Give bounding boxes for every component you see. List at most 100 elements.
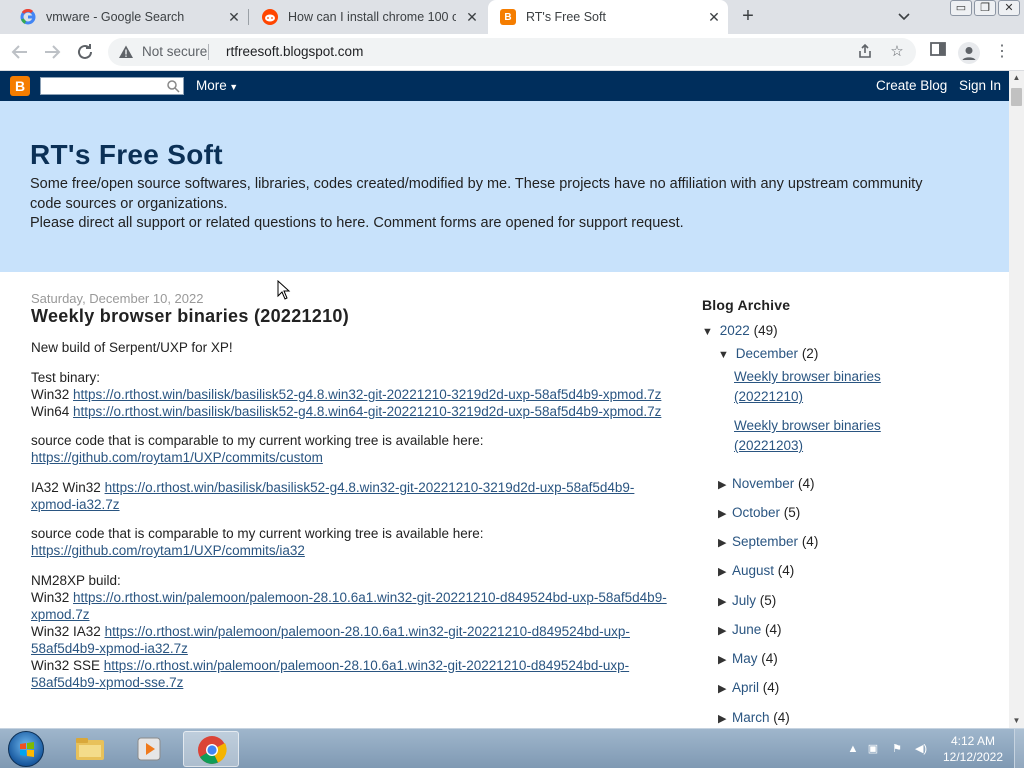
archive-year-2022[interactable]: ▼ 2022 (49) — [702, 323, 778, 338]
more-menu[interactable]: More ▼ — [196, 78, 238, 93]
taskbar-clock[interactable]: 4:12 AM 12/12/2022 — [940, 733, 1006, 765]
archive-month[interactable]: ▶ November (4) — [718, 476, 815, 491]
restore-button[interactable]: ❐ — [974, 0, 996, 16]
archive-month-label[interactable]: June — [732, 622, 761, 637]
archive-month-label[interactable]: September — [732, 534, 798, 549]
close-icon[interactable]: ✕ — [706, 9, 722, 25]
archive-month-label[interactable]: October — [732, 505, 780, 520]
taskbar-media-player[interactable] — [122, 731, 178, 767]
test-binary-label: Test binary: — [31, 369, 101, 385]
triangle-right-icon[interactable]: ▶ — [718, 565, 732, 578]
archive-count: (4) — [798, 476, 815, 491]
folder-icon — [76, 738, 104, 760]
scrollbar-thumb[interactable] — [1011, 88, 1022, 106]
tab-reddit[interactable]: How can I install chrome 100 on ✕ — [250, 0, 486, 34]
archive-post-title[interactable]: Weekly browser binaries (20221203) — [734, 418, 881, 453]
archive-month-label[interactable]: July — [732, 593, 756, 608]
create-blog-link[interactable]: Create Blog — [876, 78, 947, 93]
archive-month-december[interactable]: ▼ December (2) — [718, 346, 818, 361]
archive-month-label[interactable]: May — [732, 651, 758, 666]
triangle-down-icon[interactable]: ▼ — [718, 349, 732, 361]
post-title[interactable]: Weekly browser binaries (20221210) — [31, 306, 671, 327]
test-binary-block: Test binary: Win32 https://o.rthost.win/… — [31, 369, 671, 420]
tab-divider — [248, 9, 249, 25]
archive-year-label[interactable]: 2022 — [720, 323, 750, 338]
win64-download-link[interactable]: https://o.rthost.win/basilisk/basilisk52… — [73, 404, 661, 419]
back-button[interactable] — [8, 40, 32, 64]
archive-month[interactable]: ▶ October (5) — [718, 505, 800, 520]
triangle-down-icon[interactable]: ▼ — [702, 326, 716, 338]
close-icon[interactable]: ✕ — [464, 9, 480, 25]
scroll-up-arrow-icon[interactable]: ▲ — [1009, 71, 1024, 85]
close-window-button[interactable]: ✕ — [998, 0, 1020, 16]
archive-month[interactable]: ▶ April (4) — [718, 680, 779, 695]
bookmark-star-icon[interactable]: ☆ — [887, 42, 907, 62]
archive-month-label[interactable]: March — [732, 710, 770, 725]
triangle-right-icon[interactable]: ▶ — [718, 478, 732, 491]
blog-title[interactable]: RT's Free Soft — [30, 139, 223, 171]
archive-count: (4) — [762, 680, 780, 695]
start-button[interactable] — [8, 731, 44, 767]
url-text[interactable]: rtfreesoft.blogspot.com — [226, 44, 363, 59]
archive-month[interactable]: ▶ September (4) — [718, 534, 818, 549]
triangle-right-icon[interactable]: ▶ — [718, 653, 732, 666]
tab-google-search[interactable]: vmware - Google Search ✕ — [8, 0, 248, 34]
tab-search-button[interactable] — [894, 8, 914, 26]
nm-sse-download-link[interactable]: https://o.rthost.win/palemoon/palemoon-2… — [31, 658, 629, 690]
triangle-right-icon[interactable]: ▶ — [718, 507, 732, 520]
reload-button[interactable] — [73, 40, 97, 64]
triangle-right-icon[interactable]: ▶ — [718, 536, 732, 549]
archive-post-link[interactable]: Weekly browser binaries (20221203) — [734, 416, 914, 456]
network-icon[interactable]: ▣ — [866, 742, 880, 756]
sign-in-link[interactable]: Sign In — [959, 78, 1001, 93]
triangle-right-icon[interactable]: ▶ — [718, 712, 732, 725]
ia32-download-link[interactable]: https://o.rthost.win/basilisk/basilisk52… — [31, 480, 634, 512]
profile-avatar-icon[interactable] — [958, 42, 980, 64]
archive-count: (4) — [773, 710, 790, 725]
page-scrollbar[interactable]: ▲ ▼ — [1009, 71, 1024, 728]
search-icon[interactable] — [166, 79, 180, 93]
archive-month[interactable]: ▶ May (4) — [718, 651, 778, 666]
triangle-right-icon[interactable]: ▶ — [718, 595, 732, 608]
nm-ia32-download-link[interactable]: https://o.rthost.win/palemoon/palemoon-2… — [31, 624, 630, 656]
tab-rts-free-soft[interactable]: B RT's Free Soft ✕ — [488, 0, 728, 34]
taskbar-explorer[interactable] — [62, 731, 118, 767]
security-status[interactable]: Not secure — [142, 44, 207, 59]
share-icon[interactable] — [855, 42, 875, 62]
minimize-button[interactable]: ▭ — [950, 0, 972, 16]
volume-icon[interactable]: ◀) — [914, 742, 928, 756]
archive-month[interactable]: ▶ July (5) — [718, 593, 776, 608]
action-center-flag-icon[interactable]: ⚑ — [890, 742, 904, 756]
triangle-right-icon[interactable]: ▶ — [718, 624, 732, 637]
archive-month[interactable]: ▶ June (4) — [718, 622, 782, 637]
source-block: source code that is comparable to my cur… — [31, 525, 671, 559]
close-icon[interactable]: ✕ — [226, 9, 242, 25]
blogger-logo-icon[interactable]: B — [10, 76, 30, 96]
forward-button[interactable] — [40, 40, 64, 64]
win32-download-link[interactable]: https://o.rthost.win/basilisk/basilisk52… — [73, 387, 661, 402]
archive-month-label[interactable]: August — [732, 563, 774, 578]
new-tab-button[interactable]: + — [737, 6, 759, 28]
triangle-right-icon[interactable]: ▶ — [718, 682, 732, 695]
show-desktop-button[interactable] — [1014, 729, 1024, 768]
archive-month[interactable]: ▶ March (4) — [718, 710, 790, 725]
source-link-ia32[interactable]: https://github.com/roytam1/UXP/commits/i… — [31, 543, 305, 558]
side-panel-icon[interactable] — [926, 40, 950, 64]
blog-search-input[interactable] — [40, 77, 184, 95]
kebab-menu-icon[interactable]: ⋮ — [990, 40, 1014, 64]
taskbar-chrome[interactable] — [183, 731, 239, 767]
warning-icon[interactable] — [118, 44, 134, 60]
address-bar[interactable]: Not secure rtfreesoft.blogspot.com ☆ — [108, 38, 916, 66]
archive-month[interactable]: ▶ August (4) — [718, 563, 794, 578]
scroll-down-arrow-icon[interactable]: ▼ — [1009, 714, 1024, 728]
page-viewport: B More ▼ Create Blog Sign In RT's Free S… — [0, 71, 1009, 728]
archive-count: (5) — [759, 593, 777, 608]
archive-post-title[interactable]: Weekly browser binaries (20221210) — [734, 369, 881, 404]
archive-month-label[interactable]: November — [732, 476, 794, 491]
archive-month-label[interactable]: April — [732, 680, 759, 695]
nm-win32-download-link[interactable]: https://o.rthost.win/palemoon/palemoon-2… — [31, 590, 667, 622]
archive-month-label[interactable]: December — [736, 346, 798, 361]
source-link-custom[interactable]: https://github.com/roytam1/UXP/commits/c… — [31, 450, 323, 465]
archive-post-link[interactable]: Weekly browser binaries (20221210) — [734, 367, 914, 407]
show-hidden-icons-arrow-icon[interactable]: ▲ — [846, 742, 860, 756]
